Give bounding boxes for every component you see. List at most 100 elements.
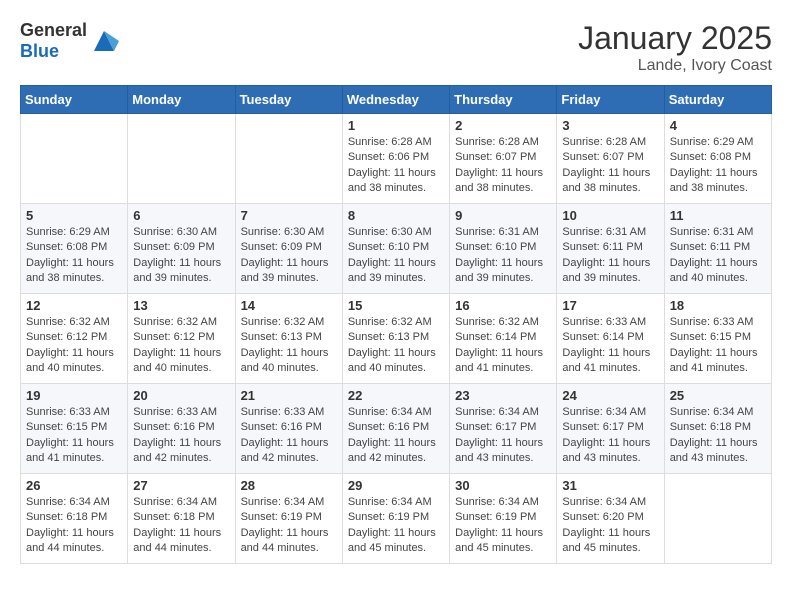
day-number: 8 xyxy=(348,208,444,223)
calendar-cell: 16Sunrise: 6:32 AM Sunset: 6:14 PM Dayli… xyxy=(450,294,557,384)
weekday-header-monday: Monday xyxy=(128,86,235,114)
calendar-cell: 13 Sunrise: 6:32 AM Sunset: 6:12 PM Dayli… xyxy=(128,294,235,384)
title-block: January 2025 Lande, Ivory Coast xyxy=(578,20,772,75)
calendar-cell: 3Sunrise: 6:28 AM Sunset: 6:07 PM Daylig… xyxy=(557,114,664,204)
day-number: 18 xyxy=(670,298,766,313)
logo-icon xyxy=(89,26,119,56)
calendar-table: SundayMondayTuesdayWednesdayThursdayFrid… xyxy=(20,85,772,564)
calendar-week-row: 19 Sunrise: 6:33 AM Sunset: 6:15 PM Dayli… xyxy=(21,384,772,474)
day-info: Sunrise: 6:32 AM Sunset: 6:12 PM Dayligh… xyxy=(133,315,229,377)
day-number: 30 xyxy=(455,478,551,493)
day-info: Sunrise: 6:33 AM Sunset: 6:15 PM Dayligh… xyxy=(670,315,766,377)
day-number: 27 xyxy=(133,478,229,493)
logo-blue: Blue xyxy=(20,41,59,61)
calendar-cell: 18 Sunrise: 6:33 AM Sunset: 6:15 PM Dayli… xyxy=(664,294,771,384)
day-info: Sunrise: 6:28 AM Sunset: 6:07 PM Dayligh… xyxy=(455,135,551,197)
day-info: Sunrise: 6:32 AM Sunset: 6:13 PM Dayligh… xyxy=(348,315,444,377)
calendar-cell: 28 Sunrise: 6:34 AM Sunset: 6:19 PM Dayli… xyxy=(235,474,342,564)
day-info: Sunrise: 6:30 AM Sunset: 6:09 PM Dayligh… xyxy=(133,225,229,287)
day-number: 23 xyxy=(455,388,551,403)
calendar-week-row: 12 Sunrise: 6:32 AM Sunset: 6:12 PM Dayli… xyxy=(21,294,772,384)
calendar-cell: 1 Sunrise: 6:28 AM Sunset: 6:06 PM Daylig… xyxy=(342,114,449,204)
day-info: Sunrise: 6:31 AM Sunset: 6:11 PM Dayligh… xyxy=(562,225,658,287)
day-info: Sunrise: 6:32 AM Sunset: 6:13 PM Dayligh… xyxy=(241,315,337,377)
day-number: 19 xyxy=(26,388,122,403)
day-info: Sunrise: 6:34 AM Sunset: 6:19 PM Dayligh… xyxy=(241,495,337,557)
calendar-cell xyxy=(664,474,771,564)
calendar-cell: 27 Sunrise: 6:34 AM Sunset: 6:18 PM Dayli… xyxy=(128,474,235,564)
day-number: 7 xyxy=(241,208,337,223)
calendar-cell: 20 Sunrise: 6:33 AM Sunset: 6:16 PM Dayli… xyxy=(128,384,235,474)
day-number: 15 xyxy=(348,298,444,313)
day-info: Sunrise: 6:34 AM Sunset: 6:16 PM Dayligh… xyxy=(348,405,444,467)
calendar-cell: 10Sunrise: 6:31 AM Sunset: 6:11 PM Dayli… xyxy=(557,204,664,294)
day-info: Sunrise: 6:34 AM Sunset: 6:18 PM Dayligh… xyxy=(26,495,122,557)
weekday-header-tuesday: Tuesday xyxy=(235,86,342,114)
day-info: Sunrise: 6:34 AM Sunset: 6:18 PM Dayligh… xyxy=(133,495,229,557)
calendar-cell: 26Sunrise: 6:34 AM Sunset: 6:18 PM Dayli… xyxy=(21,474,128,564)
day-info: Sunrise: 6:29 AM Sunset: 6:08 PM Dayligh… xyxy=(670,135,766,197)
calendar-cell: 8 Sunrise: 6:30 AM Sunset: 6:10 PM Daylig… xyxy=(342,204,449,294)
calendar-cell: 4Sunrise: 6:29 AM Sunset: 6:08 PM Daylig… xyxy=(664,114,771,204)
calendar-cell: 11Sunrise: 6:31 AM Sunset: 6:11 PM Dayli… xyxy=(664,204,771,294)
day-info: Sunrise: 6:28 AM Sunset: 6:06 PM Dayligh… xyxy=(348,135,444,197)
day-number: 6 xyxy=(133,208,229,223)
day-info: Sunrise: 6:34 AM Sunset: 6:17 PM Dayligh… xyxy=(455,405,551,467)
calendar-cell: 15 Sunrise: 6:32 AM Sunset: 6:13 PM Dayli… xyxy=(342,294,449,384)
weekday-header-thursday: Thursday xyxy=(450,86,557,114)
calendar-cell: 21Sunrise: 6:33 AM Sunset: 6:16 PM Dayli… xyxy=(235,384,342,474)
calendar-cell xyxy=(235,114,342,204)
day-info: Sunrise: 6:32 AM Sunset: 6:12 PM Dayligh… xyxy=(26,315,122,377)
day-number: 12 xyxy=(26,298,122,313)
day-number: 2 xyxy=(455,118,551,133)
weekday-header-saturday: Saturday xyxy=(664,86,771,114)
day-info: Sunrise: 6:33 AM Sunset: 6:15 PM Dayligh… xyxy=(26,405,122,467)
weekday-header-wednesday: Wednesday xyxy=(342,86,449,114)
day-info: Sunrise: 6:33 AM Sunset: 6:16 PM Dayligh… xyxy=(241,405,337,467)
calendar-cell: 24Sunrise: 6:34 AM Sunset: 6:17 PM Dayli… xyxy=(557,384,664,474)
calendar-cell: 7Sunrise: 6:30 AM Sunset: 6:09 PM Daylig… xyxy=(235,204,342,294)
day-info: Sunrise: 6:32 AM Sunset: 6:14 PM Dayligh… xyxy=(455,315,551,377)
logo-general: General xyxy=(20,20,87,40)
day-number: 22 xyxy=(348,388,444,403)
calendar-cell: 9Sunrise: 6:31 AM Sunset: 6:10 PM Daylig… xyxy=(450,204,557,294)
calendar-cell xyxy=(21,114,128,204)
day-number: 1 xyxy=(348,118,444,133)
calendar-week-row: 1 Sunrise: 6:28 AM Sunset: 6:06 PM Daylig… xyxy=(21,114,772,204)
day-number: 14 xyxy=(241,298,337,313)
calendar-cell: 19 Sunrise: 6:33 AM Sunset: 6:15 PM Dayli… xyxy=(21,384,128,474)
day-info: Sunrise: 6:33 AM Sunset: 6:16 PM Dayligh… xyxy=(133,405,229,467)
weekday-header-friday: Friday xyxy=(557,86,664,114)
day-info: Sunrise: 6:34 AM Sunset: 6:18 PM Dayligh… xyxy=(670,405,766,467)
month-title: January 2025 xyxy=(578,20,772,57)
day-info: Sunrise: 6:34 AM Sunset: 6:20 PM Dayligh… xyxy=(562,495,658,557)
day-number: 20 xyxy=(133,388,229,403)
day-number: 9 xyxy=(455,208,551,223)
calendar-cell: 23 Sunrise: 6:34 AM Sunset: 6:17 PM Dayli… xyxy=(450,384,557,474)
day-number: 29 xyxy=(348,478,444,493)
page-header: General Blue January 2025 Lande, Ivory C… xyxy=(20,20,772,75)
day-info: Sunrise: 6:34 AM Sunset: 6:19 PM Dayligh… xyxy=(455,495,551,557)
day-info: Sunrise: 6:31 AM Sunset: 6:11 PM Dayligh… xyxy=(670,225,766,287)
day-number: 13 xyxy=(133,298,229,313)
day-info: Sunrise: 6:34 AM Sunset: 6:19 PM Dayligh… xyxy=(348,495,444,557)
day-number: 5 xyxy=(26,208,122,223)
calendar-cell: 31 Sunrise: 6:34 AM Sunset: 6:20 PM Dayli… xyxy=(557,474,664,564)
day-number: 17 xyxy=(562,298,658,313)
day-number: 25 xyxy=(670,388,766,403)
calendar-cell: 6 Sunrise: 6:30 AM Sunset: 6:09 PM Daylig… xyxy=(128,204,235,294)
calendar-cell: 14 Sunrise: 6:32 AM Sunset: 6:13 PM Dayli… xyxy=(235,294,342,384)
day-info: Sunrise: 6:28 AM Sunset: 6:07 PM Dayligh… xyxy=(562,135,658,197)
day-number: 28 xyxy=(241,478,337,493)
calendar-cell: 25 Sunrise: 6:34 AM Sunset: 6:18 PM Dayli… xyxy=(664,384,771,474)
calendar-week-row: 26Sunrise: 6:34 AM Sunset: 6:18 PM Dayli… xyxy=(21,474,772,564)
day-info: Sunrise: 6:30 AM Sunset: 6:10 PM Dayligh… xyxy=(348,225,444,287)
day-number: 31 xyxy=(562,478,658,493)
calendar-cell: 17 Sunrise: 6:33 AM Sunset: 6:14 PM Dayli… xyxy=(557,294,664,384)
logo-text: General Blue xyxy=(20,20,87,62)
weekday-header-row: SundayMondayTuesdayWednesdayThursdayFrid… xyxy=(21,86,772,114)
calendar-cell: 30 Sunrise: 6:34 AM Sunset: 6:19 PM Dayli… xyxy=(450,474,557,564)
day-info: Sunrise: 6:33 AM Sunset: 6:14 PM Dayligh… xyxy=(562,315,658,377)
day-info: Sunrise: 6:29 AM Sunset: 6:08 PM Dayligh… xyxy=(26,225,122,287)
day-info: Sunrise: 6:34 AM Sunset: 6:17 PM Dayligh… xyxy=(562,405,658,467)
